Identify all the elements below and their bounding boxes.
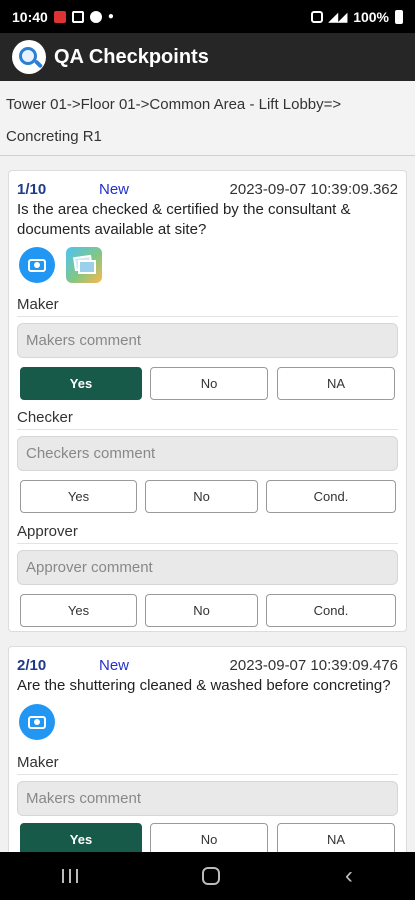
recents-icon[interactable] (62, 869, 79, 883)
approver-cond-button[interactable]: Cond. (266, 594, 396, 627)
checker-comment-field[interactable]: Checkers comment (17, 436, 398, 471)
signal-icon: ◢◢ (328, 9, 348, 24)
checker-cond-button[interactable]: Cond. (266, 480, 396, 513)
checkpoint-card: 2/10 New 2023-09-07 10:39:09.476 Are the… (8, 646, 407, 852)
navigation-bar: ‹ (0, 852, 415, 900)
camera-icon (28, 715, 46, 729)
gallery-icon[interactable] (66, 247, 102, 283)
checkpoint-timestamp: 2023-09-07 10:39:09.476 (229, 656, 398, 674)
checker-yes-button[interactable]: Yes (20, 480, 137, 513)
approver-label: Approver (17, 523, 398, 544)
breadcrumb: Tower 01->Floor 01->Common Area - Lift L… (0, 81, 415, 156)
notification-app-icon (53, 10, 66, 23)
maker-comment-field[interactable]: Makers comment (17, 323, 398, 358)
checker-no-button[interactable]: No (145, 480, 258, 513)
camera-icon (28, 258, 46, 272)
maker-no-button[interactable]: No (150, 367, 268, 400)
status-bar: 10:40 ● ◢◢ 100% (0, 0, 415, 33)
battery-level: 100% (353, 8, 389, 25)
approver-yes-button[interactable]: Yes (20, 594, 137, 627)
checkpoint-number: 1/10 (17, 180, 47, 198)
checkpoint-number: 2/10 (17, 656, 47, 674)
call-notification-icon (89, 10, 102, 23)
more-notifications-dot: ● (107, 11, 114, 22)
app-bar: QA Checkpoints (0, 33, 415, 81)
camera-button[interactable] (19, 247, 55, 283)
maker-comment-field[interactable]: Makers comment (17, 781, 398, 816)
checkpoint-status: New (99, 180, 130, 198)
maker-no-button[interactable]: No (150, 823, 268, 852)
checkpoint-list[interactable]: 1/10 New 2023-09-07 10:39:09.362 Is the … (0, 160, 415, 852)
checker-label: Checker (17, 409, 398, 430)
checkpoint-card: 1/10 New 2023-09-07 10:39:09.362 Is the … (8, 170, 407, 632)
battery-icon (395, 9, 403, 24)
approver-comment-field[interactable]: Approver comment (17, 550, 398, 585)
image-notification-icon (71, 10, 84, 23)
maker-yes-button[interactable]: Yes (20, 823, 142, 852)
maker-yes-button[interactable]: Yes (20, 367, 142, 400)
checkpoint-question: Is the area checked & certified by the c… (17, 201, 351, 238)
maker-na-button[interactable]: NA (277, 823, 395, 852)
back-icon[interactable]: ‹ (345, 864, 353, 888)
maker-label: Maker (17, 296, 398, 317)
checkpoint-status: New (99, 656, 130, 674)
status-time: 10:40 (12, 8, 48, 25)
checkpoint-timestamp: 2023-09-07 10:39:09.362 (229, 180, 398, 198)
maker-label: Maker (17, 754, 398, 775)
app-logo-icon (12, 40, 46, 74)
camera-button[interactable] (19, 704, 55, 740)
checkpoint-question: Are the shuttering cleaned & washed befo… (17, 677, 391, 694)
lock-icon (310, 10, 323, 23)
home-icon[interactable] (202, 867, 221, 885)
maker-na-button[interactable]: NA (277, 367, 395, 400)
approver-no-button[interactable]: No (145, 594, 258, 627)
app-title: QA Checkpoints (54, 45, 209, 68)
